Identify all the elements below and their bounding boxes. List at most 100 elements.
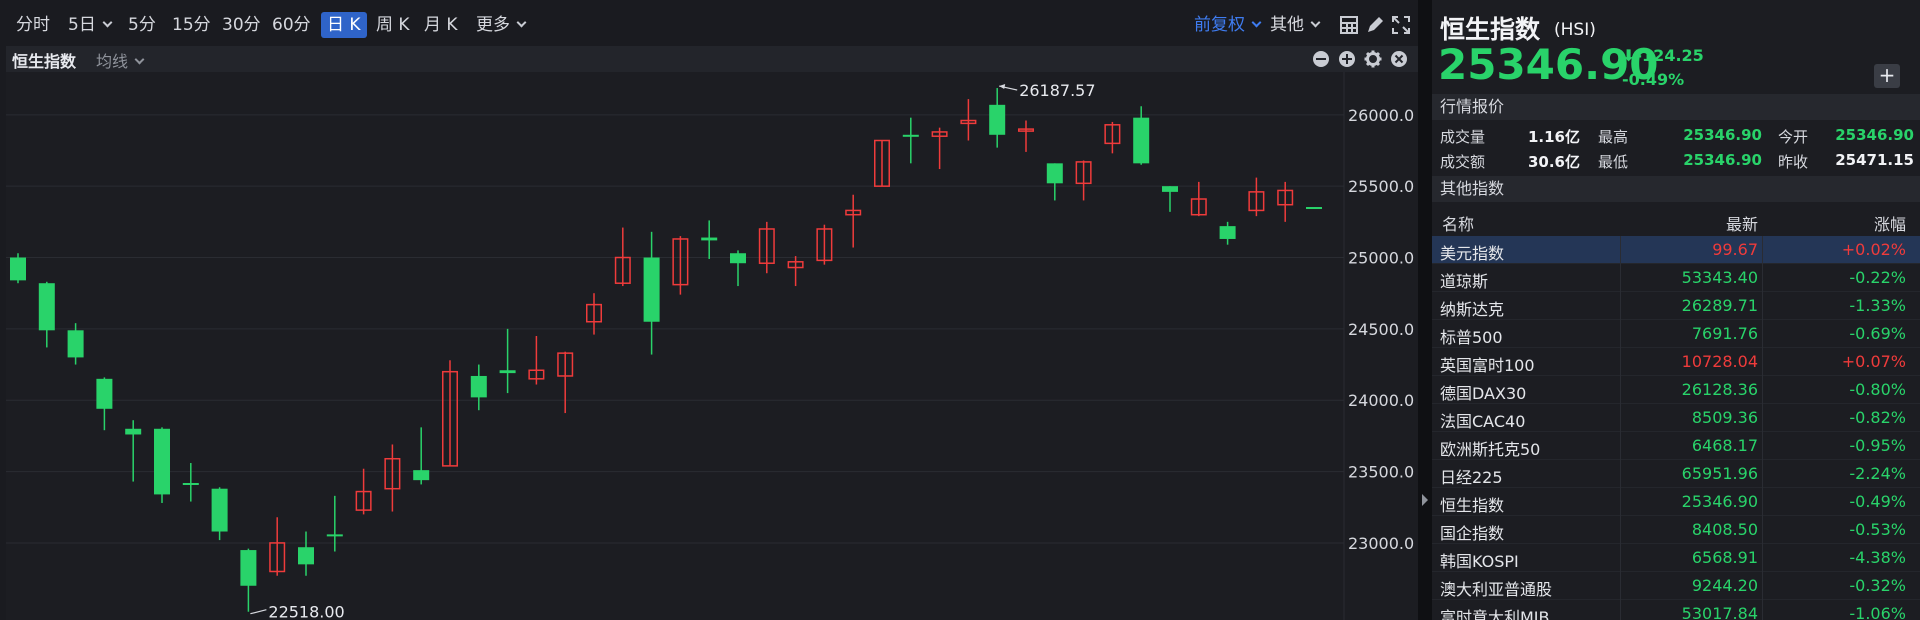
index-row-change: -0.80% (1849, 380, 1906, 399)
index-row-latest: 8509.36 (1691, 408, 1758, 427)
index-row[interactable]: 标普500 7691.76 -0.69% (1432, 320, 1920, 348)
column-divider (1620, 516, 1621, 544)
candle-body (211, 488, 228, 532)
period-intraday[interactable]: 分时 (10, 12, 56, 38)
column-divider (1620, 460, 1621, 488)
index-row[interactable]: 法国CAC40 8509.36 -0.82% (1432, 404, 1920, 432)
column-divider (1620, 236, 1621, 264)
index-row-change: -0.82% (1849, 408, 1906, 427)
quote-value: 1.16亿 (1527, 128, 1580, 146)
period-more[interactable]: 更多 (470, 12, 531, 38)
chevron-down-icon (516, 17, 527, 28)
column-divider (1620, 600, 1621, 620)
quote-value: 25471.15 (1835, 151, 1914, 169)
period-30min[interactable]: 30分 (216, 12, 267, 38)
column-divider (1762, 432, 1763, 460)
candle-body (125, 428, 142, 435)
candle-body (67, 330, 84, 358)
period-daily-k[interactable]: 日 K (321, 12, 367, 38)
index-row-change: -1.06% (1849, 604, 1906, 620)
index-row[interactable]: 富时意大利MIB 53017.84 -1.06% (1432, 600, 1920, 620)
period-weekly-k[interactable]: 周 K (370, 12, 416, 38)
column-divider (1762, 236, 1763, 264)
close-icon[interactable] (1390, 50, 1408, 68)
candle-body (1133, 117, 1150, 164)
index-row-name: 英国富时100 (1440, 356, 1535, 375)
index-row-change: -0.53% (1849, 520, 1906, 539)
col-name-header: 名称 (1442, 215, 1475, 234)
index-row[interactable]: 纳斯达克 26289.71 -1.33% (1432, 292, 1920, 320)
other-dropdown[interactable]: 其他 (1264, 12, 1325, 38)
index-row-change: -2.24% (1849, 464, 1906, 483)
column-divider (1762, 572, 1763, 600)
quote-label: 成交额 (1440, 153, 1486, 171)
column-divider (1762, 600, 1763, 620)
period-60min[interactable]: 60分 (266, 12, 317, 38)
quote-label: 昨收 (1778, 153, 1809, 171)
zoom-in-icon[interactable] (1338, 50, 1356, 68)
high-price-label: 26187.57 (1019, 81, 1095, 100)
candlestick-chart[interactable]: 26000.0 25500.0 25000.0 24500.0 24000.0 23500… (0, 72, 1418, 620)
index-row[interactable]: 韩国KOSPI 6568.91 -4.38% (1432, 544, 1920, 572)
index-change: ⬇-124.25 (1622, 46, 1704, 65)
index-row-name: 日经225 (1440, 468, 1503, 487)
quote-label: 成交量 (1440, 128, 1486, 146)
grid-icon[interactable] (1338, 14, 1360, 36)
add-watchlist-button[interactable]: + (1874, 64, 1900, 88)
column-divider (1762, 516, 1763, 544)
y-tick-label: 23500.0 (1348, 463, 1414, 482)
indices-list-header: 名称 最新 涨幅 (1432, 208, 1920, 234)
period-5min[interactable]: 5分 (122, 12, 162, 38)
y-tick-label: 23000.0 (1348, 534, 1414, 553)
index-row[interactable]: 欧洲斯托克50 6468.17 -0.95% (1432, 432, 1920, 460)
chevron-down-icon (1251, 17, 1262, 28)
collapse-panel-icon[interactable] (1418, 480, 1432, 520)
plot-background (6, 72, 1418, 620)
chart-area: 分时 5日 5分 15分 30分 60分 日 K 周 K 月 K 更多 前复权 … (0, 0, 1418, 620)
index-row-change: -0.95% (1849, 436, 1906, 455)
chevron-down-icon (134, 54, 145, 65)
column-divider (1620, 264, 1621, 292)
pencil-icon[interactable] (1364, 14, 1386, 36)
rehabilitation-dropdown[interactable]: 前复权 (1188, 12, 1266, 38)
index-row-name: 韩国KOSPI (1440, 552, 1519, 571)
column-divider (1620, 320, 1621, 348)
index-row-change: +0.07% (1841, 352, 1906, 371)
index-row[interactable]: 恒生指数 25346.90 -0.49% (1432, 488, 1920, 516)
chart-title: 恒生指数 (12, 52, 77, 71)
index-row-latest: 26289.71 (1681, 296, 1758, 315)
index-row-latest: 26128.36 (1681, 380, 1758, 399)
index-code: (HSI) (1554, 20, 1596, 40)
y-tick-label: 25000.0 (1348, 249, 1414, 268)
candle-body (1046, 163, 1063, 184)
index-row-latest: 25346.90 (1681, 492, 1758, 511)
candle-body (154, 428, 170, 495)
moving-average-dropdown[interactable]: 均线 (96, 48, 145, 72)
quote-value: 25346.90 (1683, 151, 1762, 169)
period-monthly-k[interactable]: 月 K (418, 12, 464, 38)
index-row-latest: 7691.76 (1691, 324, 1758, 343)
column-divider (1762, 544, 1763, 572)
index-row[interactable]: 日经225 65951.96 -2.24% (1432, 460, 1920, 488)
fullscreen-icon[interactable] (1390, 14, 1412, 36)
index-row[interactable]: 国企指数 8408.50 -0.53% (1432, 516, 1920, 544)
period-5day[interactable]: 5日 (62, 12, 117, 38)
zoom-out-icon[interactable] (1312, 50, 1330, 68)
index-row[interactable]: 德国DAX30 26128.36 -0.80% (1432, 376, 1920, 404)
chevron-down-icon (102, 17, 113, 28)
index-row-name: 欧洲斯托克50 (1440, 440, 1541, 459)
quote-label: 最低 (1598, 153, 1629, 171)
index-row[interactable]: 澳大利亚普通股 9244.20 -0.32% (1432, 572, 1920, 600)
index-row-change: -4.38% (1849, 548, 1906, 567)
column-divider (1620, 572, 1621, 600)
index-row[interactable]: 道琼斯 53343.40 -0.22% (1432, 264, 1920, 292)
index-row[interactable]: 美元指数 99.67 +0.02% (1432, 236, 1920, 264)
settings-icon[interactable] (1364, 50, 1382, 68)
index-row-change: -1.33% (1849, 296, 1906, 315)
period-15min[interactable]: 15分 (166, 12, 217, 38)
column-divider (1762, 348, 1763, 376)
index-row-latest: 9244.20 (1691, 576, 1758, 595)
index-row[interactable]: 英国富时100 10728.04 +0.07% (1432, 348, 1920, 376)
column-divider (1762, 488, 1763, 516)
y-tick-label: 26000.0 (1348, 106, 1414, 125)
